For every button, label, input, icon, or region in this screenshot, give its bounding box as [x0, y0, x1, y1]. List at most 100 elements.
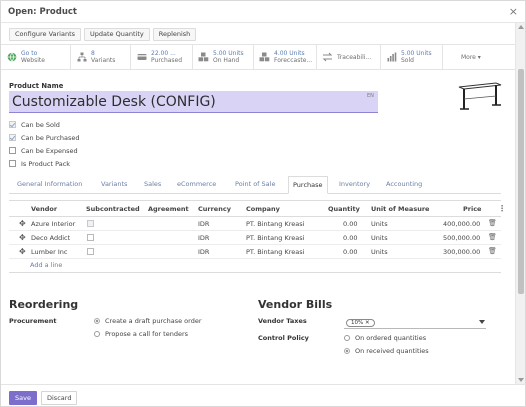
more-label: More ▾ — [461, 53, 481, 61]
procurement-option-call-for-tenders[interactable]: Propose a call for tenders — [94, 330, 188, 338]
scrollbar-thumb[interactable] — [518, 69, 524, 294]
tab-sales[interactable]: Sales — [140, 176, 165, 194]
can-be-expensed-row: Can be Expensed — [9, 144, 80, 157]
sold-label: Sold — [401, 57, 414, 64]
tab-point-of-sale[interactable]: Point of Sale — [231, 176, 279, 194]
drag-handle-icon[interactable]: ✥ — [19, 233, 26, 242]
quantity-cell: 0.00 — [343, 234, 358, 242]
can-be-sold-label: Can be Sold — [21, 120, 60, 129]
bar-chart-icon — [386, 52, 397, 63]
col-currency[interactable]: Currency — [198, 205, 231, 213]
on-hand-smart-button[interactable]: 5.00 Units On Hand — [193, 45, 254, 69]
currency-cell: IDR — [198, 234, 210, 242]
traceability-smart-button[interactable]: Traceabili... — [317, 45, 381, 69]
price-cell: 300,000.00 — [443, 248, 481, 256]
col-subcontracted[interactable]: Subcontracted — [86, 205, 140, 213]
add-a-line-link[interactable]: Add a line — [30, 261, 62, 269]
can-be-sold-checkbox[interactable] — [9, 121, 16, 128]
tax-tag[interactable]: 10% ✕ — [346, 319, 375, 327]
product-flags: Can be Sold Can be Purchased Can be Expe… — [9, 118, 80, 170]
col-company[interactable]: Company — [246, 205, 280, 213]
radio-label: On ordered quantities — [355, 334, 427, 342]
smart-buttons-bar: Go to Website 8 Variants 22.00 ... Purchase… — [1, 44, 515, 70]
product-tabs: General Information Variants Sales eComm… — [9, 176, 501, 194]
vertical-scrollbar[interactable] — [515, 23, 525, 385]
tab-variants[interactable]: Variants — [97, 176, 131, 194]
drag-handle-icon[interactable]: ✥ — [19, 247, 26, 256]
website-smart-button[interactable]: Go to Website — [1, 45, 71, 69]
company-cell: PT. Bintang Kreasi — [246, 248, 305, 256]
scroll-up-icon[interactable] — [518, 25, 524, 29]
replenish-button[interactable]: Replenish — [152, 28, 197, 41]
scroll-down-icon[interactable] — [518, 378, 524, 382]
procurement-label: Procurement — [9, 317, 57, 325]
header-actions: Configure Variants Update Quantity Reple… — [9, 28, 197, 41]
reordering-title: Reordering — [9, 298, 79, 311]
uom-cell: Units — [371, 220, 388, 228]
vendor-cell: Deco Addict — [31, 234, 71, 242]
radio-label: Propose a call for tenders — [105, 330, 189, 338]
configure-variants-button[interactable]: Configure Variants — [9, 28, 82, 41]
purchased-smart-button[interactable]: 22.00 ... Purchased — [131, 45, 193, 69]
col-agreement[interactable]: Agreement — [148, 205, 189, 213]
is-product-pack-row: Is Product Pack — [9, 157, 80, 170]
tab-general-information[interactable]: General Information — [13, 176, 86, 194]
cubes-icon — [198, 52, 209, 63]
product-image[interactable] — [456, 79, 504, 113]
col-quantity[interactable]: Quantity — [328, 205, 360, 213]
product-dialog: Open: Product × Configure Variants Updat… — [0, 0, 526, 407]
radio-button[interactable] — [344, 335, 350, 341]
sold-smart-button[interactable]: 5.00 Units Sold — [381, 45, 443, 69]
table-row[interactable]: ✥ Azure Interior IDR PT. Bintang Kreasi … — [9, 217, 501, 231]
website-value: Go to — [21, 50, 38, 57]
vendor-bills-title: Vendor Bills — [258, 298, 333, 311]
subcontracted-checkbox[interactable] — [87, 220, 94, 227]
col-vendor[interactable]: Vendor — [31, 205, 57, 213]
table-row[interactable]: ✥ Deco Addict IDR PT. Bintang Kreasi 0.0… — [9, 231, 501, 245]
trash-icon[interactable]: 🗑 — [488, 247, 497, 255]
close-icon[interactable]: × — [509, 5, 518, 18]
can-be-expensed-checkbox[interactable] — [9, 147, 16, 154]
language-tag[interactable]: EN — [367, 93, 374, 99]
subcontracted-checkbox[interactable] — [87, 248, 94, 255]
forecasted-smart-button[interactable]: 4.00 Units Foreccaste... — [254, 45, 317, 69]
currency-cell: IDR — [198, 248, 210, 256]
uom-cell: Units — [371, 234, 388, 242]
save-button[interactable]: Save — [9, 391, 37, 405]
drag-handle-icon[interactable]: ✥ — [19, 219, 26, 228]
can-be-purchased-checkbox[interactable] — [9, 134, 16, 141]
chevron-down-icon[interactable] — [479, 320, 485, 324]
column-options-icon[interactable]: ⋮ — [498, 204, 506, 213]
control-policy-received[interactable]: On received quantities — [344, 347, 429, 355]
vendor-taxes-select[interactable]: 10% ✕ — [344, 317, 486, 329]
control-policy-ordered[interactable]: On ordered quantities — [344, 334, 426, 342]
tab-ecommerce[interactable]: eCommerce — [173, 176, 220, 194]
subcontracted-checkbox[interactable] — [87, 234, 94, 241]
can-be-purchased-row: Can be Purchased — [9, 131, 80, 144]
company-cell: PT. Bintang Kreasi — [246, 234, 305, 242]
tab-accounting[interactable]: Accounting — [382, 176, 426, 194]
radio-label: On received quantities — [355, 347, 429, 355]
col-unit-of-measure[interactable]: Unit of Measure — [371, 205, 429, 213]
discard-button[interactable]: Discard — [41, 391, 78, 405]
product-name-input[interactable]: Customizable Desk (CONFIG) — [9, 91, 378, 113]
radio-button[interactable] — [94, 318, 100, 324]
trash-icon[interactable]: 🗑 — [488, 233, 497, 241]
tab-purchase[interactable]: Purchase — [288, 176, 328, 194]
col-price[interactable]: Price — [463, 205, 481, 213]
procurement-option-draft-po[interactable]: Create a draft purchase order — [94, 317, 202, 325]
is-product-pack-checkbox[interactable] — [9, 160, 16, 167]
update-quantity-button[interactable]: Update Quantity — [84, 28, 150, 41]
tab-inventory[interactable]: Inventory — [335, 176, 374, 194]
sold-value: 5.00 Units — [401, 50, 432, 57]
table-row[interactable]: ✥ Lumber Inc IDR PT. Bintang Kreasi 0.00… — [9, 245, 501, 259]
trash-icon[interactable]: 🗑 — [488, 219, 497, 227]
purchased-label: Purchased — [151, 57, 183, 64]
radio-button[interactable] — [344, 348, 350, 354]
more-dropdown-button[interactable]: More ▾ — [443, 45, 505, 69]
traceability-label: Traceabili... — [337, 53, 372, 61]
table-header: Vendor Subcontracted Agreement Currency … — [9, 200, 506, 217]
radio-button[interactable] — [94, 331, 100, 337]
forecasted-value: 4.00 Units — [274, 50, 305, 57]
variants-smart-button[interactable]: 8 Variants — [71, 45, 131, 69]
